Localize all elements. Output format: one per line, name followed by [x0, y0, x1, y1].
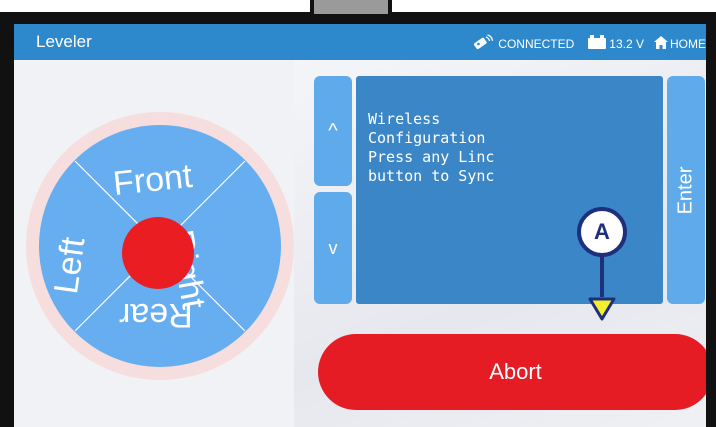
enter-label: Enter: [674, 166, 697, 214]
pad-rear-button[interactable]: Rear: [119, 295, 193, 334]
chevron-down-icon: v: [328, 237, 338, 258]
abort-label: Abort: [489, 359, 542, 384]
home-link[interactable]: HOME: [670, 37, 706, 51]
connection-status: CONNECTED: [498, 36, 575, 51]
pad-left-button[interactable]: Left: [47, 235, 94, 297]
battery-voltage: 13.2 V: [609, 36, 644, 51]
callout-label: A: [594, 219, 610, 244]
center-level-button[interactable]: [122, 217, 194, 289]
arrow-down-icon: [588, 255, 616, 321]
menu-up-button[interactable]: ^: [314, 76, 352, 186]
home-icon[interactable]: [654, 35, 668, 52]
display-line-2: Configuration: [368, 129, 486, 147]
device-screen: Leveler CONNECTED 13.2 V HOME Front Rear…: [14, 24, 706, 427]
device-frame: Leveler CONNECTED 13.2 V HOME Front Rear…: [0, 0, 716, 427]
status-area: CONNECTED 13.2 V HOME: [472, 34, 706, 53]
display-line-1: Wireless: [368, 110, 441, 128]
callout-a-badge: A: [577, 207, 627, 257]
display-line-4: button to Sync: [368, 167, 495, 185]
display-line-3: Press any Linc: [368, 148, 495, 166]
bezel-notch-inner: [314, 0, 388, 14]
enter-button[interactable]: Enter: [667, 76, 705, 304]
pad-front-button[interactable]: Front: [111, 157, 194, 204]
chevron-up-icon: ^: [328, 119, 338, 142]
battery-icon: [588, 35, 607, 52]
abort-button[interactable]: Abort: [318, 334, 706, 410]
header-bar: Leveler CONNECTED 13.2 V HOME: [14, 24, 706, 60]
app-title: Leveler: [36, 32, 92, 51]
menu-down-button[interactable]: v: [314, 192, 352, 304]
connected-wireless-icon: [472, 34, 494, 53]
